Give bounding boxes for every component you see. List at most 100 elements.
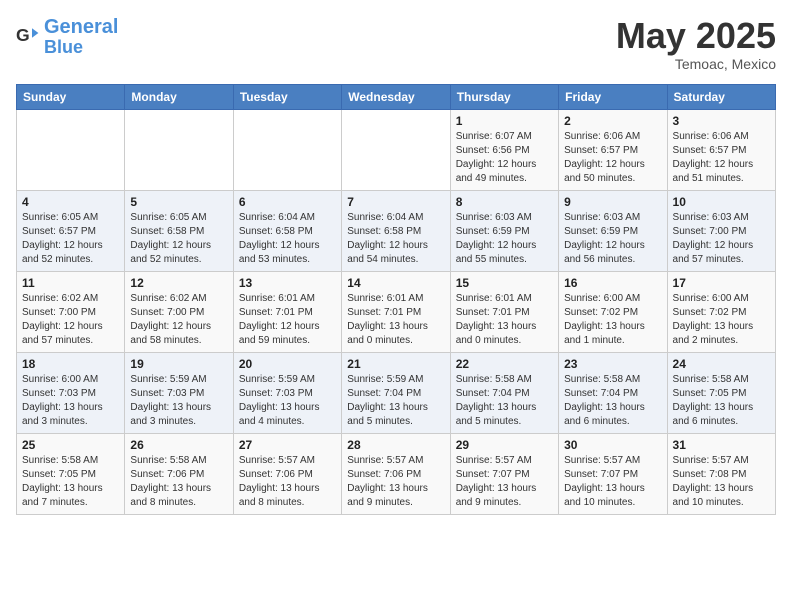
day-number: 12 — [130, 276, 227, 290]
day-number: 4 — [22, 195, 119, 209]
day-info: Sunrise: 6:06 AM Sunset: 6:57 PM Dayligh… — [564, 130, 661, 186]
calendar-week-1: 1 Sunrise: 6:07 AM Sunset: 6:56 PM Daylig… — [17, 109, 776, 190]
page-header: G General Blue May 2025 Temoac, Mexico — [16, 16, 776, 72]
day-info: Sunrise: 6:03 AM Sunset: 6:59 PM Dayligh… — [456, 211, 553, 267]
location: Temoac, Mexico — [616, 56, 776, 72]
day-info: Sunrise: 5:59 AM Sunset: 7:03 PM Dayligh… — [130, 373, 227, 429]
day-number: 10 — [673, 195, 770, 209]
calendar-cell: 19 Sunrise: 5:59 AM Sunset: 7:03 PM Dayli… — [125, 352, 233, 433]
calendar-cell: 28Sunrise: 5:57 AM Sunset: 7:06 PM Dayli… — [342, 433, 450, 514]
calendar-cell: 10Sunrise: 6:03 AM Sunset: 7:00 PM Dayli… — [667, 190, 775, 271]
calendar-cell: 31 Sunrise: 5:57 AM Sunset: 7:08 PM Dayli… — [667, 433, 775, 514]
day-info: Sunrise: 6:04 AM Sunset: 6:58 PM Dayligh… — [239, 211, 336, 267]
day-info: Sunrise: 6:01 AM Sunset: 7:01 PM Dayligh… — [456, 292, 553, 348]
day-number: 19 — [130, 357, 227, 371]
day-number: 1 — [456, 114, 553, 128]
calendar-cell: 4Sunrise: 6:05 AM Sunset: 6:57 PM Daylig… — [17, 190, 125, 271]
calendar-cell — [342, 109, 450, 190]
day-info: Sunrise: 5:57 AM Sunset: 7:06 PM Dayligh… — [239, 454, 336, 510]
calendar-cell: 18 Sunrise: 6:00 AM Sunset: 7:03 PM Dayli… — [17, 352, 125, 433]
day-info: Sunrise: 6:01 AM Sunset: 7:01 PM Dayligh… — [239, 292, 336, 348]
calendar-cell: 17 Sunrise: 6:00 AM Sunset: 7:02 PM Dayli… — [667, 271, 775, 352]
day-info: Sunrise: 6:01 AM Sunset: 7:01 PM Dayligh… — [347, 292, 444, 348]
day-number: 29 — [456, 438, 553, 452]
calendar-cell: 2 Sunrise: 6:06 AM Sunset: 6:57 PM Daylig… — [559, 109, 667, 190]
calendar-cell — [125, 109, 233, 190]
calendar-cell: 11 Sunrise: 6:02 AM Sunset: 7:00 PM Dayli… — [17, 271, 125, 352]
calendar-cell: 13 Sunrise: 6:01 AM Sunset: 7:01 PM Dayli… — [233, 271, 341, 352]
day-number: 15 — [456, 276, 553, 290]
calendar-cell: 27Sunrise: 5:57 AM Sunset: 7:06 PM Dayli… — [233, 433, 341, 514]
day-number: 11 — [22, 276, 119, 290]
day-info: Sunrise: 6:02 AM Sunset: 7:00 PM Dayligh… — [130, 292, 227, 348]
day-info: Sunrise: 5:57 AM Sunset: 7:07 PM Dayligh… — [456, 454, 553, 510]
calendar-cell — [17, 109, 125, 190]
calendar-cell: 1 Sunrise: 6:07 AM Sunset: 6:56 PM Daylig… — [450, 109, 558, 190]
day-number: 24 — [673, 357, 770, 371]
calendar-cell: 15 Sunrise: 6:01 AM Sunset: 7:01 PM Dayli… — [450, 271, 558, 352]
day-info: Sunrise: 5:57 AM Sunset: 7:07 PM Dayligh… — [564, 454, 661, 510]
calendar-cell: 3 Sunrise: 6:06 AM Sunset: 6:57 PM Daylig… — [667, 109, 775, 190]
day-number: 20 — [239, 357, 336, 371]
day-number: 31 — [673, 438, 770, 452]
day-number: 13 — [239, 276, 336, 290]
calendar-cell: 22Sunrise: 5:58 AM Sunset: 7:04 PM Dayli… — [450, 352, 558, 433]
day-info: Sunrise: 5:57 AM Sunset: 7:08 PM Dayligh… — [673, 454, 770, 510]
day-number: 6 — [239, 195, 336, 209]
day-info: Sunrise: 6:00 AM Sunset: 7:03 PM Dayligh… — [22, 373, 119, 429]
calendar-cell: 29 Sunrise: 5:57 AM Sunset: 7:07 PM Dayli… — [450, 433, 558, 514]
day-number: 8 — [456, 195, 553, 209]
calendar-cell: 6 Sunrise: 6:04 AM Sunset: 6:58 PM Daylig… — [233, 190, 341, 271]
day-number: 16 — [564, 276, 661, 290]
calendar-week-5: 25Sunrise: 5:58 AM Sunset: 7:05 PM Dayli… — [17, 433, 776, 514]
day-number: 18 — [22, 357, 119, 371]
calendar-cell: 23Sunrise: 5:58 AM Sunset: 7:04 PM Dayli… — [559, 352, 667, 433]
day-number: 23 — [564, 357, 661, 371]
day-info: Sunrise: 6:04 AM Sunset: 6:58 PM Dayligh… — [347, 211, 444, 267]
weekday-header-saturday: Saturday — [667, 84, 775, 109]
day-info: Sunrise: 6:07 AM Sunset: 6:56 PM Dayligh… — [456, 130, 553, 186]
svg-text:G: G — [16, 25, 30, 45]
day-info: Sunrise: 5:57 AM Sunset: 7:06 PM Dayligh… — [347, 454, 444, 510]
day-info: Sunrise: 5:58 AM Sunset: 7:05 PM Dayligh… — [22, 454, 119, 510]
day-number: 9 — [564, 195, 661, 209]
calendar-cell: 25Sunrise: 5:58 AM Sunset: 7:05 PM Dayli… — [17, 433, 125, 514]
weekday-header-tuesday: Tuesday — [233, 84, 341, 109]
day-info: Sunrise: 6:03 AM Sunset: 6:59 PM Dayligh… — [564, 211, 661, 267]
day-info: Sunrise: 6:00 AM Sunset: 7:02 PM Dayligh… — [673, 292, 770, 348]
weekday-header-sunday: Sunday — [17, 84, 125, 109]
weekday-header-monday: Monday — [125, 84, 233, 109]
calendar-week-4: 18 Sunrise: 6:00 AM Sunset: 7:03 PM Dayli… — [17, 352, 776, 433]
day-number: 5 — [130, 195, 227, 209]
day-number: 7 — [347, 195, 444, 209]
weekday-header-thursday: Thursday — [450, 84, 558, 109]
calendar-cell: 8 Sunrise: 6:03 AM Sunset: 6:59 PM Daylig… — [450, 190, 558, 271]
calendar-week-2: 4Sunrise: 6:05 AM Sunset: 6:57 PM Daylig… — [17, 190, 776, 271]
month-title: May 2025 — [616, 16, 776, 56]
day-info: Sunrise: 6:00 AM Sunset: 7:02 PM Dayligh… — [564, 292, 661, 348]
calendar-week-3: 11 Sunrise: 6:02 AM Sunset: 7:00 PM Dayli… — [17, 271, 776, 352]
calendar-cell: 12 Sunrise: 6:02 AM Sunset: 7:00 PM Dayli… — [125, 271, 233, 352]
calendar-cell: 30Sunrise: 5:57 AM Sunset: 7:07 PM Dayli… — [559, 433, 667, 514]
calendar-cell: 7 Sunrise: 6:04 AM Sunset: 6:58 PM Daylig… — [342, 190, 450, 271]
calendar-table: SundayMondayTuesdayWednesdayThursdayFrid… — [16, 84, 776, 515]
calendar-cell: 14 Sunrise: 6:01 AM Sunset: 7:01 PM Dayli… — [342, 271, 450, 352]
day-number: 3 — [673, 114, 770, 128]
title-block: May 2025 Temoac, Mexico — [616, 16, 776, 72]
day-info: Sunrise: 5:59 AM Sunset: 7:03 PM Dayligh… — [239, 373, 336, 429]
day-number: 22 — [456, 357, 553, 371]
day-info: Sunrise: 6:02 AM Sunset: 7:00 PM Dayligh… — [22, 292, 119, 348]
day-info: Sunrise: 6:05 AM Sunset: 6:58 PM Dayligh… — [130, 211, 227, 267]
day-number: 26 — [130, 438, 227, 452]
day-number: 17 — [673, 276, 770, 290]
day-info: Sunrise: 5:58 AM Sunset: 7:05 PM Dayligh… — [673, 373, 770, 429]
day-number: 2 — [564, 114, 661, 128]
calendar-cell: 26 Sunrise: 5:58 AM Sunset: 7:06 PM Dayli… — [125, 433, 233, 514]
day-info: Sunrise: 5:58 AM Sunset: 7:06 PM Dayligh… — [130, 454, 227, 510]
day-number: 14 — [347, 276, 444, 290]
day-info: Sunrise: 6:06 AM Sunset: 6:57 PM Dayligh… — [673, 130, 770, 186]
logo-icon: G — [16, 25, 40, 49]
day-info: Sunrise: 5:59 AM Sunset: 7:04 PM Dayligh… — [347, 373, 444, 429]
calendar-cell: 21Sunrise: 5:59 AM Sunset: 7:04 PM Dayli… — [342, 352, 450, 433]
logo: G General Blue — [16, 16, 118, 58]
